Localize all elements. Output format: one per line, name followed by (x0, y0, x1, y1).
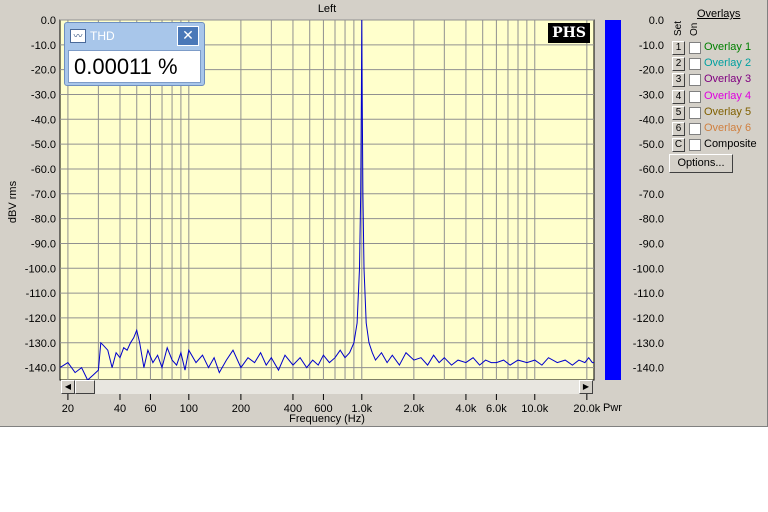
power-tick-label: -20.0 (639, 65, 664, 77)
x-tick-labels: 20 40 60 100 200 400 600 1.0k 2.0k 4.0k 6.0k 10.0k 2… (62, 394, 601, 415)
power-bar (605, 20, 621, 380)
phs-logo: PHS (548, 23, 590, 43)
y-tick-label: -140.0 (25, 363, 56, 375)
options-button[interactable]: Options... (669, 154, 733, 173)
analyzer-window: Left 0.0 -10.0 -20.0 -30.0 -40.0 -50.0 -60.0 -7… (0, 0, 768, 427)
set-column-label: Set (673, 20, 684, 36)
y-tick-label: -20.0 (31, 65, 56, 77)
power-tick-label: -100.0 (633, 263, 664, 275)
power-tick-label: 0.0 (649, 15, 664, 27)
power-tick-label: -80.0 (639, 214, 664, 226)
scroll-thumb[interactable] (75, 380, 95, 394)
y-tick-label: 0.0 (41, 15, 56, 27)
close-icon[interactable]: ✕ (177, 26, 199, 46)
power-tick-label: -70.0 (639, 189, 664, 201)
power-tick-label: -90.0 (639, 238, 664, 250)
power-tick-label: -30.0 (639, 89, 664, 101)
y-axis-label: dBV rms (7, 180, 19, 224)
scroll-track[interactable] (75, 380, 579, 394)
y-tick-label: -130.0 (25, 338, 56, 350)
overlay-label: Overlay 5 (704, 105, 752, 118)
overlay-set-button[interactable]: 3 (672, 73, 685, 88)
waveform-icon: 〰 (70, 29, 86, 43)
overlay-checkbox[interactable] (689, 106, 701, 119)
overlay-set-button[interactable]: 5 (672, 105, 685, 120)
y-tick-label: -30.0 (31, 89, 56, 101)
overlay-label: Overlay 6 (704, 122, 752, 134)
y-tick-label: -120.0 (25, 313, 56, 325)
overlay-checkbox[interactable] (689, 90, 701, 103)
overlay-checkbox[interactable] (689, 42, 701, 54)
overlay-checkbox[interactable] (689, 74, 701, 87)
y-tick-label: -100.0 (25, 263, 56, 275)
thd-value: 0.00011 % (74, 54, 178, 79)
thd-meter-window[interactable]: 〰 THD ✕ 0.00011 % (64, 22, 205, 86)
y-tick-label: -60.0 (31, 164, 56, 176)
overlay-set-button[interactable]: 4 (672, 89, 685, 104)
power-label: Pwr (603, 402, 622, 414)
overlay-checkbox[interactable] (689, 139, 701, 152)
y-tick-label: -40.0 (31, 114, 56, 126)
power-tick-label: -40.0 (639, 114, 664, 126)
y-tick-label: -50.0 (31, 139, 56, 151)
overlay-set-button[interactable]: 6 (672, 122, 685, 136)
power-tick-label: -140.0 (633, 363, 664, 375)
y-tick-labels: 0.0 -10.0 -20.0 -30.0 -40.0 -50.0 -60.0 -70.0 -8… (25, 15, 56, 375)
overlay-label: Overlay 2 (704, 57, 752, 70)
on-column-label: On (689, 22, 700, 36)
y-tick-label: -90.0 (31, 238, 56, 250)
power-tick-label: -50.0 (639, 139, 664, 151)
thd-titlebar[interactable]: 〰 THD ✕ (65, 23, 204, 47)
power-tick-labels: 0.0 -10.0 -20.0 -30.0 -40.0 -50.0 -60.0 -70.0 -8… (633, 15, 664, 375)
thd-readout: 0.00011 % (68, 50, 201, 83)
overlay-set-button[interactable]: 2 (672, 57, 685, 72)
power-tick-label: -110.0 (634, 288, 664, 300)
y-tick-label: -80.0 (31, 214, 56, 226)
overlay-label: Overlay 1 (704, 41, 752, 53)
overlay-set-button[interactable]: 1 (672, 41, 685, 55)
scroll-left-icon[interactable]: ◀ (61, 380, 75, 394)
horizontal-scrollbar[interactable]: ◀ ▶ (61, 380, 593, 394)
overlay-checkbox[interactable] (689, 123, 701, 135)
y-tick-label: -110.0 (26, 288, 56, 300)
power-tick-label: -60.0 (639, 164, 664, 176)
overlay-label: Composite (704, 138, 757, 151)
x-axis-label: Frequency (Hz) (289, 413, 365, 425)
overlay-set-button[interactable]: C (672, 138, 685, 153)
y-tick-label: -70.0 (31, 189, 56, 201)
scroll-right-icon[interactable]: ▶ (579, 380, 593, 394)
overlay-label: Overlay 4 (704, 89, 752, 102)
overlays-title: Overlays (697, 8, 741, 20)
thd-title: THD (90, 29, 115, 43)
power-tick-label: -10.0 (639, 40, 664, 52)
power-tick-label: -130.0 (633, 338, 664, 350)
overlay-label: Overlay 3 (704, 73, 752, 86)
power-tick-label: -120.0 (633, 313, 664, 325)
y-tick-label: -10.0 (31, 40, 56, 52)
overlay-checkbox[interactable] (689, 58, 701, 71)
